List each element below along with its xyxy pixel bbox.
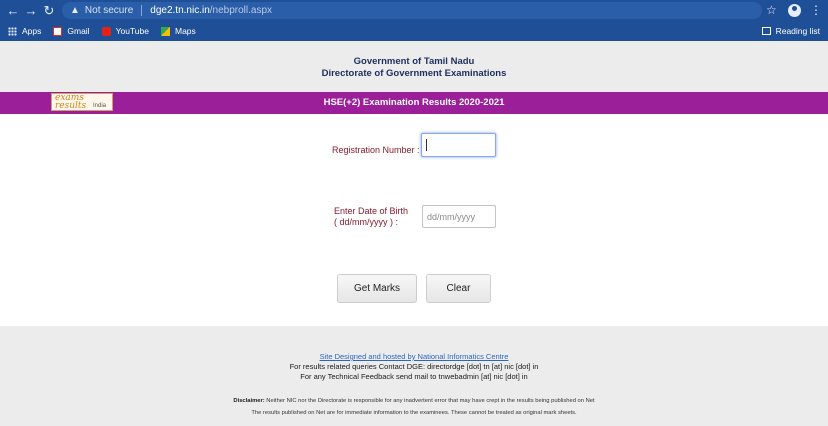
reading-list-icon bbox=[761, 27, 771, 35]
footer-site-line: Site Designed and hosted by National Inf… bbox=[0, 352, 828, 362]
footer-disclaimer: Disclaimer: Neither NIC nor the Director… bbox=[0, 396, 828, 406]
reading-list-label: Reading list bbox=[775, 26, 820, 36]
bookmark-gmail[interactable]: Gmail bbox=[53, 26, 90, 36]
reload-icon[interactable]: ↻ bbox=[40, 0, 58, 21]
profile-avatar[interactable] bbox=[788, 4, 801, 17]
page-footer: Site Designed and hosted by National Inf… bbox=[0, 326, 828, 426]
youtube-icon bbox=[101, 26, 111, 36]
disclaimer-text: Neither NIC nor the Directorate is respo… bbox=[264, 398, 595, 404]
disclaimer-label: Disclaimer: bbox=[233, 398, 265, 404]
dob-input[interactable] bbox=[422, 205, 496, 228]
get-marks-button[interactable]: Get Marks bbox=[337, 274, 417, 303]
maps-icon bbox=[160, 26, 170, 36]
url-host: dge2.tn.nic.in bbox=[150, 5, 210, 16]
bookmark-youtube[interactable]: YouTube bbox=[101, 26, 149, 36]
footer-feedback: For any Technical Feedback send mail to … bbox=[300, 372, 528, 381]
bookmarks-bar: Apps Gmail YouTube Maps Reading list bbox=[0, 21, 828, 41]
nic-link[interactable]: Site Designed and hosted by National Inf… bbox=[320, 352, 509, 361]
bookmark-maps[interactable]: Maps bbox=[160, 26, 196, 36]
address-separator bbox=[141, 5, 143, 16]
registration-label: Registration Number : bbox=[332, 145, 420, 155]
bookmark-apps[interactable]: Apps bbox=[8, 26, 41, 36]
kebab-menu-icon[interactable]: ⋮ bbox=[810, 0, 822, 21]
bookmark-label: YouTube bbox=[115, 26, 149, 36]
url-path: /nebproll.aspx bbox=[209, 5, 273, 16]
page-title: HSE(+2) Examination Results 2020-2021 bbox=[323, 97, 505, 108]
results-banner: exams results India HSE(+2) Examination … bbox=[0, 92, 828, 114]
results-form: Registration Number : Enter Date of Birt… bbox=[0, 114, 828, 326]
footer-contact: For results related queries Contact DGE:… bbox=[289, 362, 539, 371]
bookmark-star-icon[interactable]: ☆ bbox=[766, 0, 777, 21]
registration-number-input[interactable] bbox=[421, 133, 496, 157]
not-secure-label: Not secure bbox=[84, 5, 134, 16]
dob-label: Enter Date of Birth ( dd/mm/yyyy ) : bbox=[334, 206, 408, 228]
text-cursor bbox=[426, 139, 427, 151]
bookmark-label: Gmail bbox=[67, 26, 90, 36]
apps-grid-icon bbox=[8, 26, 17, 36]
footer-notice: The results published on Net are for imm… bbox=[251, 410, 577, 416]
browser-toolbar: ← → ↻ ▲ Not secure dge2.tn.nic.in/nebpro… bbox=[0, 0, 828, 21]
warning-icon[interactable]: ▲ bbox=[70, 5, 80, 16]
page-header: Government of Tamil Nadu Directorate of … bbox=[0, 41, 828, 92]
header-line-2: Directorate of Government Examinations bbox=[321, 68, 507, 79]
back-arrow-icon[interactable]: ← bbox=[4, 0, 22, 21]
dob-label-line-1: Enter Date of Birth bbox=[334, 206, 409, 216]
clear-button[interactable]: Clear bbox=[426, 274, 491, 303]
address-bar[interactable]: ▲ Not secure dge2.tn.nic.in/nebproll.asp… bbox=[62, 2, 762, 19]
bookmark-label: Apps bbox=[22, 26, 42, 36]
forward-arrow-icon[interactable]: → bbox=[22, 0, 40, 21]
header-line-1: Government of Tamil Nadu bbox=[353, 56, 475, 67]
bookmark-label: Maps bbox=[174, 26, 196, 36]
reading-list-button[interactable]: Reading list bbox=[761, 21, 820, 41]
dob-label-line-2: ( dd/mm/yyyy ) : bbox=[334, 217, 399, 227]
gmail-icon bbox=[53, 26, 63, 36]
